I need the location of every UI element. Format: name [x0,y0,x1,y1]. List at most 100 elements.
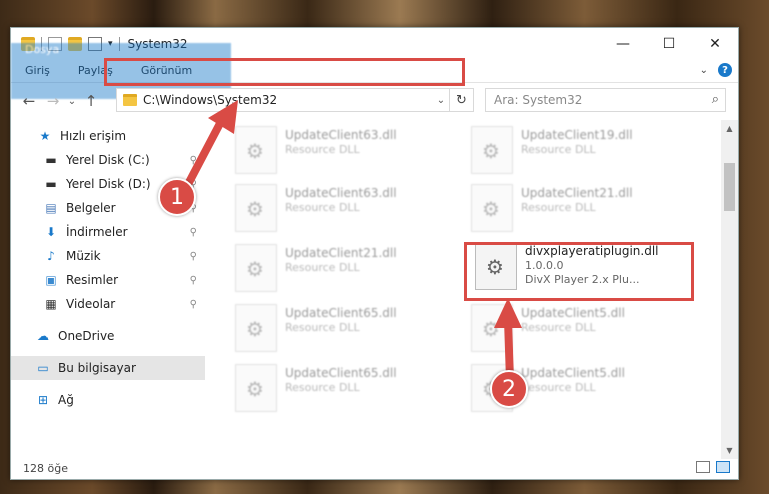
file-name: UpdateClient21.dll [285,246,397,260]
file-name: UpdateClient5.dll [521,366,625,380]
sidebar-item-network[interactable]: ⊞ Ağ [11,388,205,412]
search-input[interactable]: Ara: System32 ⌕ [485,88,726,112]
file-name: UpdateClient5.dll [521,306,625,320]
drive-icon: ▬ [45,153,57,167]
file-item[interactable]: UpdateClient65.dllResource DLL [235,304,455,360]
refresh-button[interactable]: ↻ [449,89,473,111]
file-item[interactable]: UpdateClient63.dllResource DLL [235,184,455,240]
sidebar-item-label: Ağ [58,393,74,407]
sidebar-item-downloads[interactable]: ⬇ İndirmeler ⚲ [11,220,205,244]
recent-locations-icon[interactable]: ⌄ [65,89,79,113]
computer-icon: ▭ [37,361,49,375]
sidebar-item-pictures[interactable]: ▣ Resimler ⚲ [11,268,205,292]
dll-file-icon [471,126,513,174]
address-dropdown-icon[interactable]: ⌄ [433,95,449,106]
file-description: Resource DLL [285,381,360,394]
pin-icon[interactable]: ⚲ [190,299,197,310]
address-bar-highlight [104,58,465,86]
sidebar-item-label: Müzik [66,249,101,263]
file-item[interactable]: UpdateClient65.dllResource DLL [235,364,455,420]
sidebar-item-music[interactable]: ♪ Müzik ⚲ [11,244,205,268]
videos-icon: ▦ [45,297,57,311]
sidebar-item-disk-c[interactable]: ▬ Yerel Disk (C:) ⚲ [11,148,205,172]
file-highlight [464,242,694,301]
sidebar-item-label: Resimler [66,273,119,287]
dll-file-icon [471,184,513,232]
file-description: Resource DLL [521,143,596,156]
vertical-scrollbar[interactable]: ▲ ▼ [721,120,738,459]
sidebar-item-quick-access[interactable]: ★ Hızlı erişim [11,124,205,148]
pin-icon[interactable]: ⚲ [190,227,197,238]
details-view-icon[interactable] [696,461,710,473]
file-description: Resource DLL [285,143,360,156]
sidebar-item-label: Yerel Disk (D:) [66,177,151,191]
address-bar[interactable]: C:\Windows\System32 ⌄ ↻ [116,88,474,112]
drive-icon: ▬ [45,177,57,191]
dll-file-icon [235,184,277,232]
file-name: UpdateClient65.dll [285,366,397,380]
pin-icon[interactable]: ⚲ [190,155,197,166]
star-icon: ★ [39,129,51,143]
search-placeholder: Ara: System32 [494,93,583,107]
navigation-bar: ← → ⌄ ↑ C:\Windows\System32 ⌄ ↻ Ara: Sys… [11,84,738,118]
minimize-button[interactable]: — [600,28,646,59]
sidebar-item-label: OneDrive [58,329,115,343]
file-description: Resource DLL [285,261,360,274]
documents-icon: ▤ [45,201,57,215]
sidebar-item-onedrive[interactable]: ☁ OneDrive [11,324,205,348]
dll-file-icon [235,126,277,174]
file-name: UpdateClient63.dll [285,186,397,200]
sidebar-item-label: İndirmeler [66,225,128,239]
up-button[interactable]: ↑ [79,89,103,113]
pin-icon[interactable]: ⚲ [190,251,197,262]
back-button[interactable]: ← [17,89,41,113]
dll-file-icon [235,304,277,352]
file-description: Resource DLL [285,321,360,334]
download-icon: ⬇ [45,225,57,239]
sidebar-item-label: Belgeler [66,201,116,215]
scrollbar-thumb[interactable] [724,163,735,211]
file-item[interactable]: UpdateClient5.dllResource DLL [471,304,691,360]
dll-file-icon [235,244,277,292]
dll-file-icon [235,364,277,412]
sidebar-item-label: Hızlı erişim [60,129,127,143]
folder-icon [123,94,137,106]
file-item[interactable]: UpdateClient19.dllResource DLL [471,126,691,182]
sidebar-item-label: Bu bilgisayar [58,361,136,375]
file-item[interactable]: UpdateClient21.dllResource DLL [471,184,691,240]
window-controls: — ☐ ✕ [600,28,738,59]
scroll-up-icon[interactable]: ▲ [721,120,738,137]
pictures-icon: ▣ [45,273,57,287]
help-icon[interactable]: ? [718,63,732,77]
status-bar: 128 öğe [11,457,738,479]
file-name: UpdateClient21.dll [521,186,633,200]
navigation-pane: ★ Hızlı erişim ▬ Yerel Disk (C:) ⚲ ▬ Yer… [11,120,205,459]
tiles-view-icon[interactable] [716,461,730,473]
pin-icon[interactable]: ⚲ [190,275,197,286]
step-badge-1: 1 [158,178,196,216]
sidebar-item-this-pc[interactable]: ▭ Bu bilgisayar [11,356,205,380]
music-icon: ♪ [47,249,55,263]
file-name: UpdateClient19.dll [521,128,633,142]
cloud-icon: ☁ [37,329,49,343]
network-icon: ⊞ [37,393,49,407]
file-description: Resource DLL [521,201,596,214]
maximize-button[interactable]: ☐ [646,28,692,59]
file-name: UpdateClient65.dll [285,306,397,320]
step-badge-2: 2 [490,370,528,408]
sidebar-item-label: Yerel Disk (C:) [66,153,150,167]
close-button[interactable]: ✕ [692,28,738,59]
file-item[interactable]: UpdateClient63.dllResource DLL [235,126,455,182]
file-description: Resource DLL [285,201,360,214]
forward-button[interactable]: → [41,89,65,113]
file-description: Resource DLL [521,381,596,394]
file-item[interactable]: UpdateClient21.dllResource DLL [235,244,455,300]
sidebar-item-videos[interactable]: ▦ Videolar ⚲ [11,292,205,316]
expand-ribbon-icon[interactable]: ⌄ [700,65,708,76]
address-text[interactable]: C:\Windows\System32 [143,93,433,107]
sidebar-item-label: Videolar [66,297,116,311]
file-name: UpdateClient63.dll [285,128,397,142]
search-icon[interactable]: ⌕ [712,92,719,107]
item-count: 128 öğe [23,461,68,475]
dll-file-icon [471,304,513,352]
